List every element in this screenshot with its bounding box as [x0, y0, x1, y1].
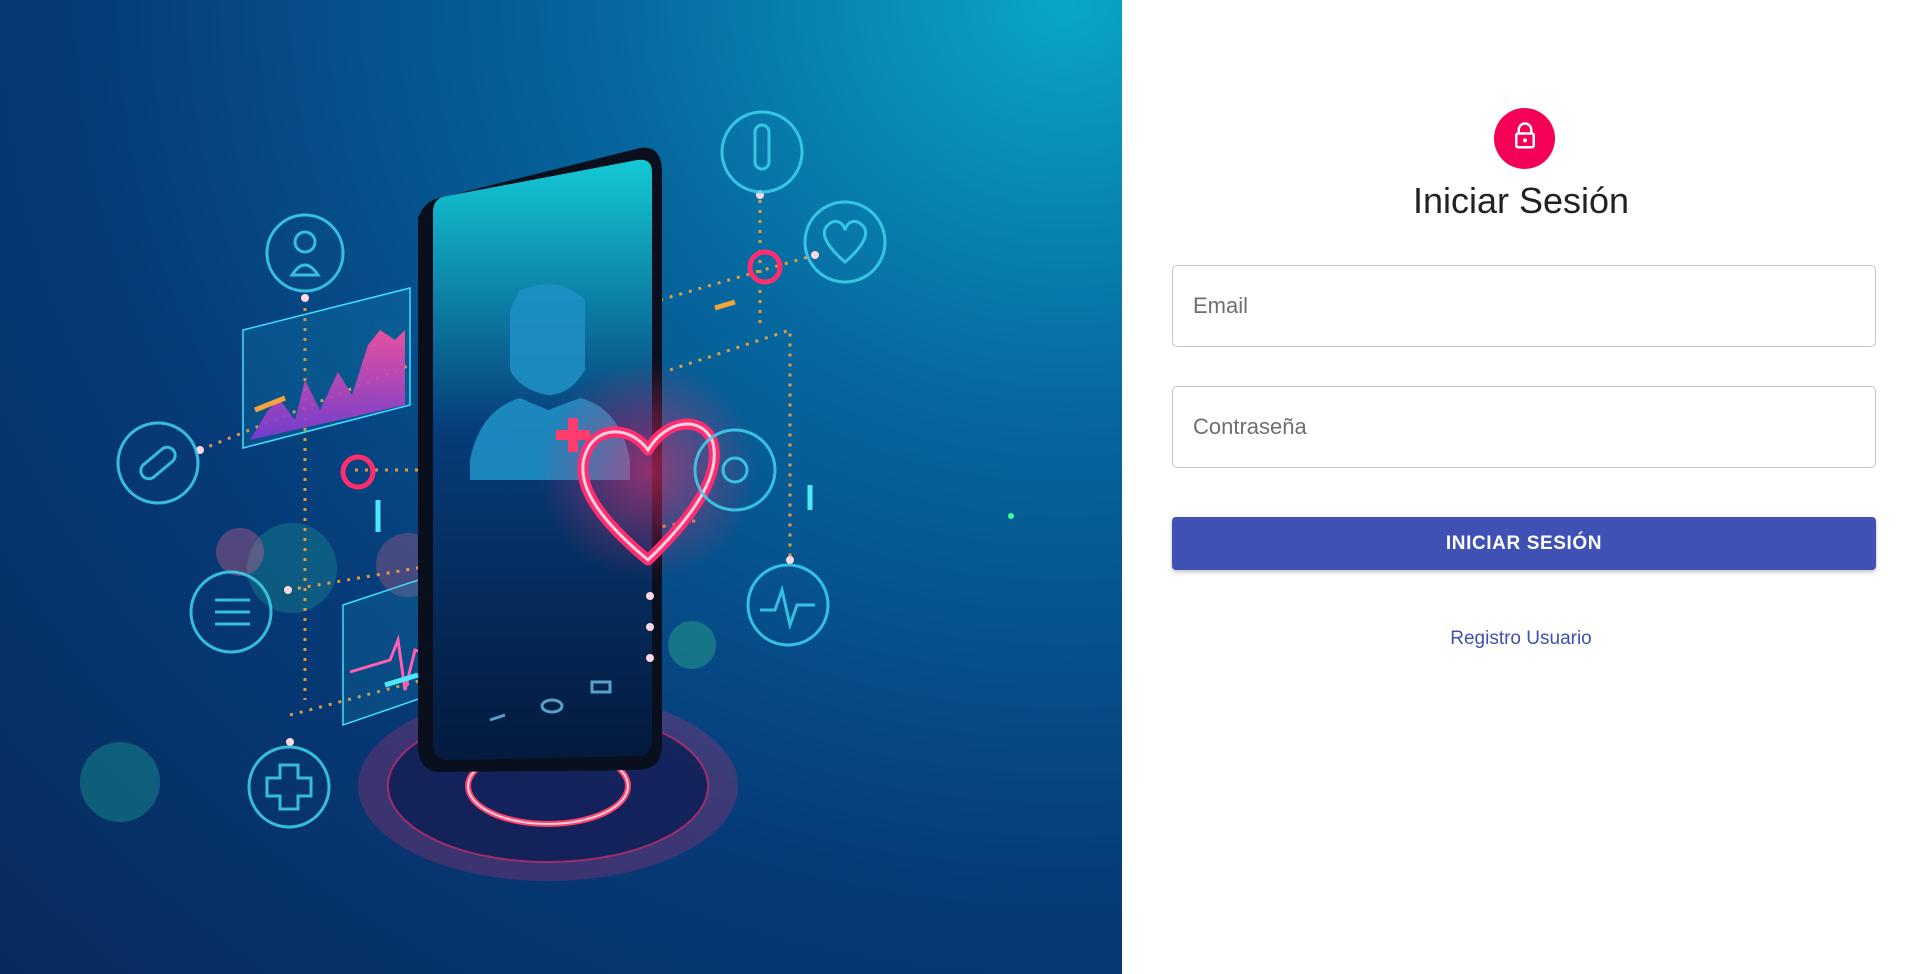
- cross-icon: [247, 745, 331, 829]
- password-field[interactable]: [1172, 386, 1876, 468]
- page-title: Iniciar Sesión: [1412, 180, 1630, 221]
- pill-icon: [116, 421, 200, 505]
- lock-icon: [1510, 121, 1540, 156]
- password-input[interactable]: [1173, 387, 1875, 467]
- login-panel: Iniciar Sesión INICIAR SESIÓN Registro U…: [1122, 0, 1920, 974]
- ecg-icon: [746, 563, 830, 647]
- heart-outline-icon: [803, 200, 887, 284]
- email-input[interactable]: [1173, 266, 1875, 346]
- hero-illustration: [0, 0, 1122, 974]
- email-field[interactable]: [1172, 265, 1876, 347]
- user-icon: [265, 213, 345, 293]
- login-button[interactable]: INICIAR SESIÓN: [1172, 517, 1876, 570]
- medical-app-illustration: [80, 110, 1014, 881]
- thermometer-icon: [720, 110, 804, 194]
- list-icon: [189, 570, 273, 654]
- lock-avatar: [1494, 108, 1555, 169]
- chart-panel-left: [242, 287, 411, 449]
- register-link[interactable]: Registro Usuario: [1122, 628, 1920, 650]
